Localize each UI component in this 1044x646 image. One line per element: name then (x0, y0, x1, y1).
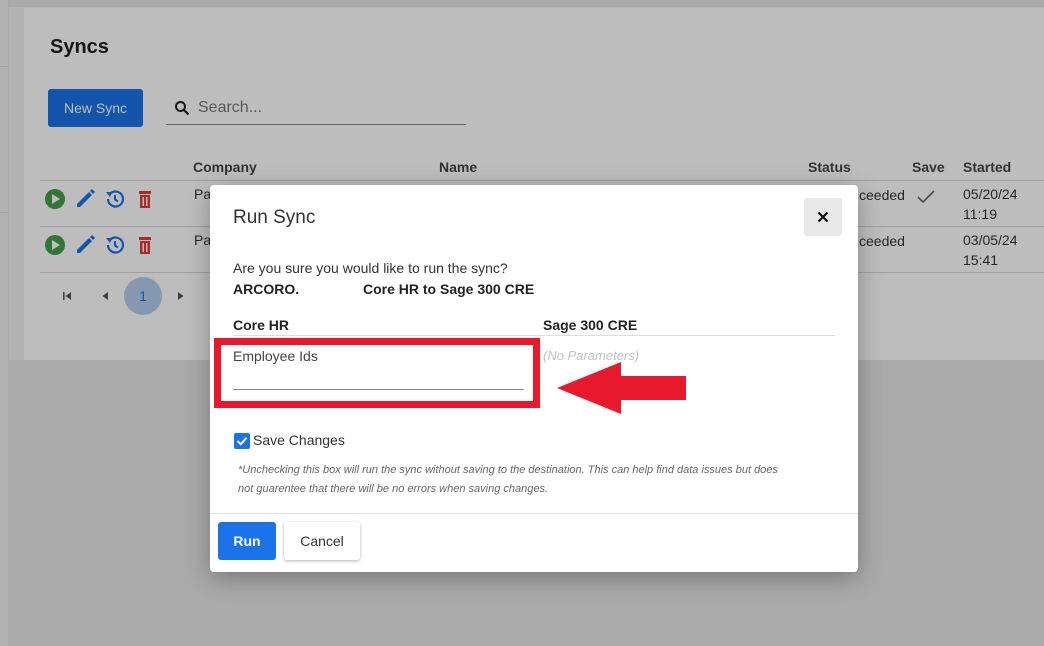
sync-company: ARCORO. (233, 281, 300, 297)
destination-header: Sage 300 CRE (543, 317, 638, 333)
note-line: *Unchecking this box will run the sync w… (238, 464, 778, 476)
sync-name: Core HR to Sage 300 CRE (363, 281, 535, 297)
close-icon (817, 211, 829, 223)
dialog-title: Run Sync (233, 207, 316, 228)
checkmark-icon (236, 437, 248, 446)
annotation-highlight-box (214, 338, 540, 408)
no-parameters-text: (No Parameters) (543, 348, 640, 363)
note-line: not guarentee that there will be no erro… (238, 483, 549, 495)
footer-divider (210, 513, 858, 514)
save-changes-checkbox[interactable] (234, 433, 250, 449)
save-changes-note: *Unchecking this box will run the sync w… (238, 461, 828, 499)
run-button[interactable]: Run (218, 522, 276, 560)
source-header: Core HR (233, 317, 290, 333)
parameters-divider (233, 335, 835, 336)
confirm-question: Are you sure you would like to run the s… (233, 260, 508, 276)
annotation-arrow-icon (557, 362, 686, 414)
save-changes-label[interactable]: Save Changes (253, 432, 345, 448)
cancel-button[interactable]: Cancel (284, 522, 360, 560)
close-button[interactable] (804, 198, 842, 236)
